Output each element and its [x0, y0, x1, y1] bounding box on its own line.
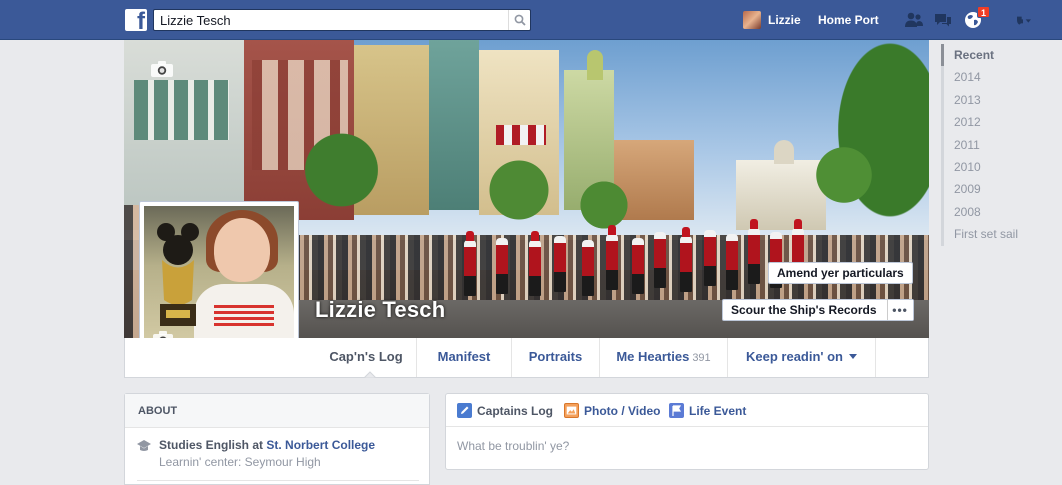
profile-picture[interactable] — [139, 201, 299, 361]
timeline-nav-item[interactable]: Recent — [941, 44, 1051, 67]
pencil-icon — [457, 403, 472, 418]
about-header[interactable]: ABOUT — [125, 394, 429, 428]
status-tab-label: Captains Log — [477, 403, 554, 418]
profile-tabs-bar: Cap'n's Log Manifest Portraits Me Hearti… — [124, 338, 929, 378]
user-profile-link[interactable]: Lizzie — [743, 11, 801, 29]
facebook-logo-icon[interactable]: f — [125, 9, 147, 31]
tab-more[interactable]: Keep readin' on — [728, 338, 876, 377]
timeline-nav-item[interactable]: 2011 — [941, 133, 1051, 156]
activity-log-label: Scour the Ship's Records — [731, 303, 877, 317]
user-name: Lizzie — [768, 13, 801, 27]
search-icon — [514, 14, 526, 26]
friend-requests-icon[interactable] — [903, 10, 925, 30]
search-button[interactable] — [508, 10, 530, 30]
tab-photos[interactable]: Portraits — [512, 338, 600, 377]
privacy-settings-icon[interactable] — [1008, 10, 1038, 30]
change-cover-camera-icon[interactable] — [150, 60, 174, 78]
about-box: ABOUT Studies English at St. Norbert Col… — [124, 393, 430, 485]
tab-label: Portraits — [528, 349, 583, 364]
more-options-button[interactable]: ••• — [886, 300, 913, 320]
high-school-text: Learnin' center: Seymour High — [159, 455, 321, 469]
timeline-nav-item[interactable]: 2008 — [941, 200, 1051, 224]
timeline-year-nav: Recent 2014 2013 2012 2011 2010 2009 200… — [941, 44, 1051, 246]
photo-icon — [564, 403, 579, 418]
chevron-down-icon — [849, 354, 857, 359]
photo-video-tab[interactable]: Photo / Video — [564, 403, 660, 418]
active-tab-indicator — [364, 371, 376, 378]
avatar — [743, 11, 761, 29]
top-navigation-bar: f Lizzie Home Port 1 — [0, 0, 1062, 40]
divider — [137, 480, 419, 481]
search-box — [153, 9, 531, 31]
tab-friends[interactable]: Me Hearties 391 — [600, 338, 728, 377]
study-prefix: Studies English at — [159, 438, 264, 452]
friends-count: 391 — [692, 352, 711, 364]
messages-icon[interactable] — [932, 10, 954, 30]
search-input[interactable] — [154, 10, 504, 30]
notification-badge: 1 — [977, 6, 991, 18]
home-link[interactable]: Home Port — [818, 13, 879, 27]
timeline-nav-item[interactable]: 2009 — [941, 178, 1051, 201]
life-event-tab-label: Life Event — [689, 403, 747, 418]
timeline-nav-item[interactable]: 2010 — [941, 155, 1051, 179]
life-event-tab[interactable]: Life Event — [669, 403, 746, 418]
college-link[interactable]: St. Norbert College — [266, 438, 375, 452]
flag-icon — [669, 403, 684, 418]
photo-video-tab-label: Photo / Video — [584, 403, 661, 418]
tab-label: Keep readin' on — [746, 349, 843, 364]
tab-about[interactable]: Manifest — [417, 338, 512, 377]
status-tab[interactable]: Captains Log — [457, 403, 553, 418]
activity-log-button[interactable]: Scour the Ship's Records ••• — [722, 299, 914, 321]
trophy-image — [157, 223, 199, 326]
timeline-nav-item[interactable]: 2013 — [941, 88, 1051, 112]
tab-label: Cap'n's Log — [329, 349, 403, 364]
status-input[interactable]: What be troublin' ye? — [457, 439, 569, 453]
timeline-nav-item[interactable]: 2014 — [941, 66, 1051, 89]
update-info-button[interactable]: Amend yer particulars — [768, 262, 913, 284]
post-composer: Captains Log Photo / Video Life Event Wh… — [445, 393, 929, 470]
tab-label: Me Hearties — [616, 349, 690, 364]
education-icon — [137, 440, 151, 451]
profile-name[interactable]: Lizzie Tesch — [315, 297, 445, 323]
tab-label: Manifest — [437, 349, 491, 364]
timeline-nav-item[interactable]: 2012 — [941, 111, 1051, 134]
timeline-nav-item[interactable]: First set sail — [941, 223, 1051, 246]
